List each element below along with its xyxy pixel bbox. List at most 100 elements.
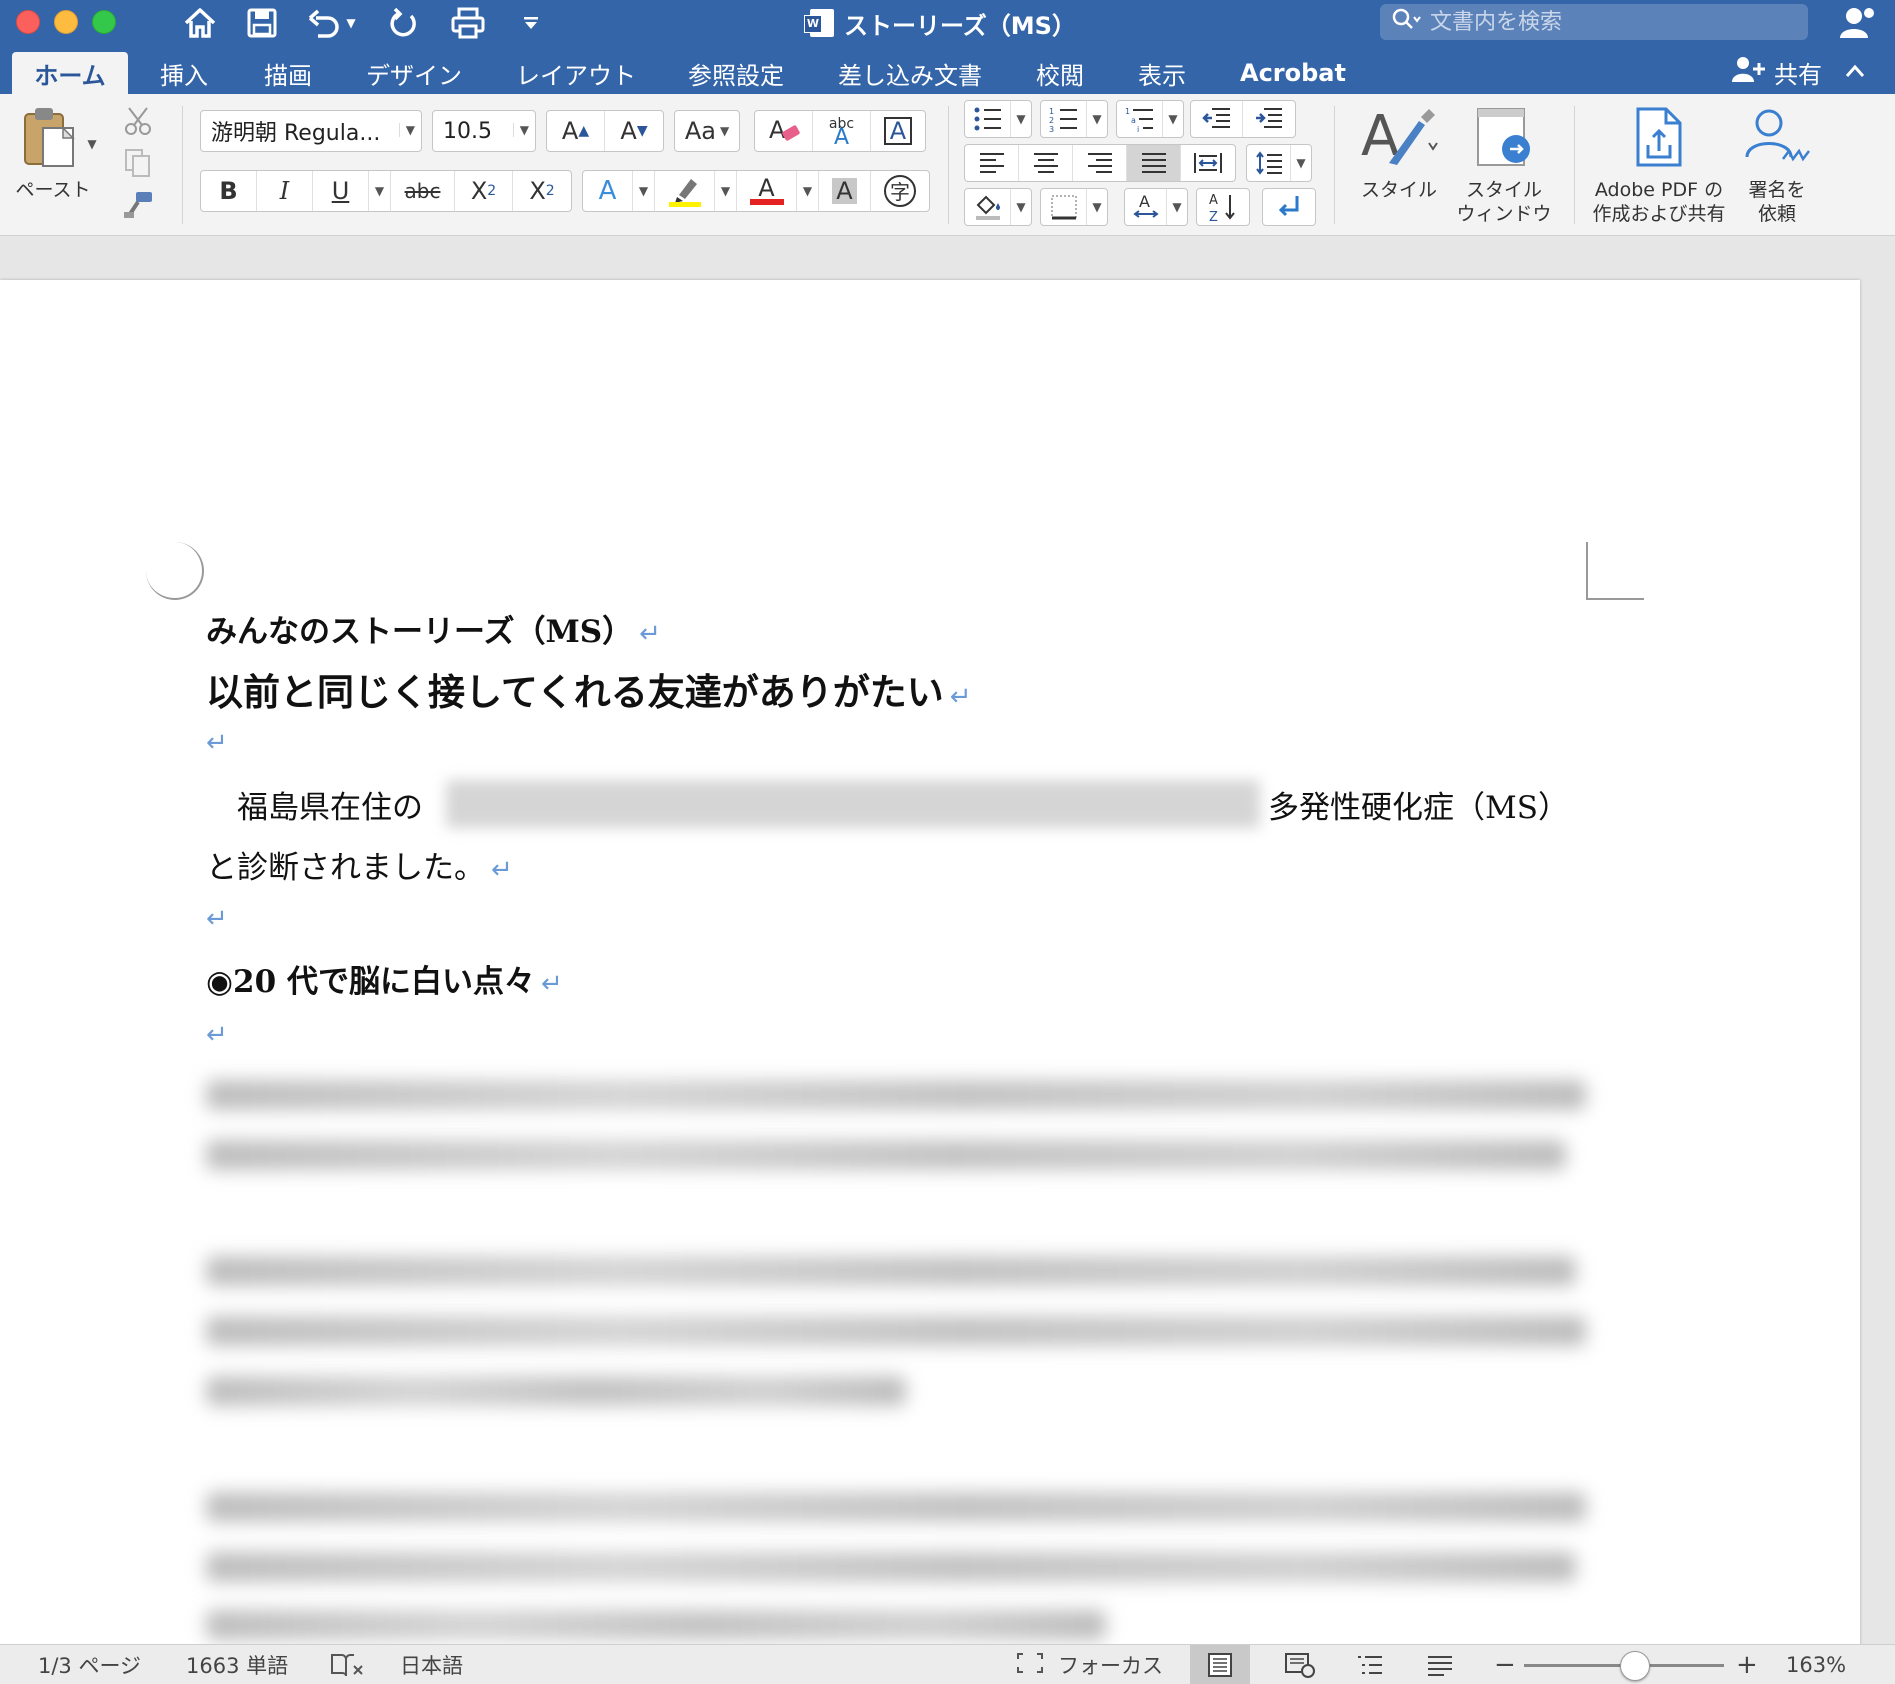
font-color-icon[interactable]: A xyxy=(737,171,797,211)
subscript-button[interactable]: X2 xyxy=(455,171,513,211)
underline-button[interactable]: U xyxy=(313,171,369,211)
tab-mailings[interactable]: 差し込み文書 xyxy=(824,52,996,94)
bullets-button[interactable]: ▼ xyxy=(964,100,1032,138)
undo-icon[interactable]: ▼ xyxy=(302,4,362,42)
styles-pane-button[interactable] xyxy=(1472,106,1536,174)
tab-insert[interactable]: 挿入 xyxy=(146,52,222,94)
enclose-character-icon[interactable]: 字 xyxy=(871,171,929,211)
zoom-slider-thumb[interactable] xyxy=(1620,1651,1650,1681)
font-color-dropdown[interactable]: ▼ xyxy=(797,171,819,211)
close-window-button[interactable] xyxy=(16,10,40,34)
print-icon[interactable] xyxy=(446,4,490,42)
zoom-in-button[interactable]: + xyxy=(1736,1645,1758,1684)
svg-text:2: 2 xyxy=(1049,116,1054,125)
tab-acrobat[interactable]: Acrobat xyxy=(1226,52,1360,94)
justify-icon[interactable] xyxy=(1127,145,1181,181)
document-canvas[interactable]: みんなのストーリーズ（MS） ↵ 以前と同じく接してくれる友達がありがたい ↵ ↵ … xyxy=(0,236,1895,1644)
paragraph-1-line-2[interactable]: と診断されました。 ↵ xyxy=(206,842,513,887)
show-formatting-button[interactable] xyxy=(1262,188,1316,226)
home-icon[interactable] xyxy=(178,4,222,42)
numbering-button[interactable]: 123 ▼ xyxy=(1040,100,1108,138)
multilevel-list-button[interactable]: 1ai ▼ xyxy=(1116,100,1184,138)
minimize-window-button[interactable] xyxy=(54,10,78,34)
underline-options-dropdown[interactable]: ▼ xyxy=(369,171,391,211)
highlight-icon[interactable] xyxy=(655,171,715,211)
italic-button[interactable]: I xyxy=(257,171,313,211)
font-size-select[interactable]: 10.5 ▼ xyxy=(432,110,536,152)
zoom-out-button[interactable]: − xyxy=(1494,1645,1516,1684)
styles-gallery-button[interactable]: A xyxy=(1356,104,1442,178)
tab-references[interactable]: 参照設定 xyxy=(674,52,798,94)
styles-label: スタイル xyxy=(1360,179,1437,201)
section-heading[interactable]: ◉20 代で脳に白い点々 ↵ xyxy=(206,956,563,1001)
clear-formatting-icon[interactable]: A xyxy=(755,111,813,151)
paste-options-dropdown[interactable]: ▼ xyxy=(84,134,100,154)
distributed-icon[interactable] xyxy=(1181,145,1235,181)
paste-button[interactable] xyxy=(14,106,84,176)
format-painter-icon[interactable] xyxy=(120,188,156,222)
zoom-level[interactable]: 163% xyxy=(1786,1645,1846,1684)
bold-button[interactable]: B xyxy=(201,171,257,211)
sort-button[interactable]: AZ xyxy=(1196,188,1250,226)
line-spacing-button[interactable]: ▼ xyxy=(1246,144,1312,182)
customize-toolbar-icon[interactable] xyxy=(516,4,546,42)
shrink-font-button[interactable]: A ▼ xyxy=(605,111,663,151)
empty-paragraph[interactable]: ↵ xyxy=(206,1020,228,1050)
focus-mode-button[interactable]: フォーカス xyxy=(1016,1645,1163,1684)
redo-icon[interactable] xyxy=(382,4,426,42)
shading-button[interactable]: ▼ xyxy=(964,188,1032,226)
tab-design[interactable]: デザイン xyxy=(352,52,476,94)
share-button[interactable]: 共有 xyxy=(1730,52,1822,92)
align-right-icon[interactable] xyxy=(1073,145,1127,181)
superscript-button[interactable]: X2 xyxy=(513,171,571,211)
decrease-indent-icon[interactable] xyxy=(1191,101,1243,137)
search-box[interactable] xyxy=(1380,4,1808,40)
borders-button[interactable]: ▼ xyxy=(1040,188,1108,226)
search-input[interactable] xyxy=(1430,9,1790,35)
tab-review[interactable]: 校閲 xyxy=(1022,52,1098,94)
empty-paragraph[interactable]: ↵ xyxy=(206,904,228,934)
print-layout-view-icon[interactable] xyxy=(1190,1645,1250,1684)
collapse-ribbon-button[interactable] xyxy=(1840,56,1870,86)
text-effects-dropdown[interactable]: ▼ xyxy=(633,171,655,211)
phonetic-guide-icon[interactable]: abc A xyxy=(813,111,871,151)
web-layout-view-icon[interactable] xyxy=(1270,1645,1330,1684)
save-icon[interactable] xyxy=(240,4,284,42)
word-count[interactable]: 1663 単語 xyxy=(186,1645,288,1684)
zoom-window-button[interactable] xyxy=(92,10,116,34)
request-signature-button[interactable] xyxy=(1742,106,1812,174)
align-center-icon[interactable] xyxy=(1019,145,1073,181)
tab-layout[interactable]: レイアウト xyxy=(502,52,650,94)
draft-view-icon[interactable] xyxy=(1410,1645,1470,1684)
change-case-button[interactable]: Aa ▼ xyxy=(674,110,740,152)
character-border-icon[interactable]: A xyxy=(871,111,925,151)
empty-paragraph[interactable]: ↵ xyxy=(206,728,228,758)
highlight-dropdown[interactable]: ▼ xyxy=(715,171,737,211)
signature-icon xyxy=(1743,107,1811,173)
copy-icon[interactable] xyxy=(120,146,156,180)
paragraph-1-line-1-end[interactable]: 多発性硬化症（MS） xyxy=(1268,782,1569,827)
align-left-icon[interactable] xyxy=(965,145,1019,181)
page-count[interactable]: 1/3 ページ xyxy=(38,1645,141,1684)
outline-view-icon[interactable] xyxy=(1340,1645,1400,1684)
font-name-select[interactable]: 游明朝 Regula... ▼ xyxy=(200,110,422,152)
create-share-pdf-button[interactable] xyxy=(1628,106,1692,174)
increase-indent-icon[interactable] xyxy=(1243,101,1295,137)
tab-draw[interactable]: 描画 xyxy=(250,52,326,94)
text-effects-button[interactable]: A xyxy=(583,171,633,211)
margin-corner-mark xyxy=(1586,542,1644,600)
document-heading-2[interactable]: 以前と同じく接してくれる友達がありがたい ↵ xyxy=(206,662,972,716)
paragraph-1-line-1[interactable]: 福島県在住の xyxy=(206,782,423,827)
language-indicator[interactable]: 日本語 xyxy=(400,1645,463,1684)
cut-icon[interactable] xyxy=(120,104,156,138)
document-heading-1[interactable]: みんなのストーリーズ（MS） ↵ xyxy=(206,606,661,651)
tab-home[interactable]: ホーム xyxy=(12,52,128,94)
text-direction-button[interactable]: A ▼ xyxy=(1124,188,1188,226)
character-shading-icon[interactable]: A xyxy=(819,171,871,211)
document-page[interactable]: みんなのストーリーズ（MS） ↵ 以前と同じく接してくれる友達がありがたい ↵ ↵ … xyxy=(0,280,1860,1644)
grow-font-button[interactable]: A ▲ xyxy=(547,111,605,151)
account-icon[interactable] xyxy=(1838,6,1876,40)
tab-view[interactable]: 表示 xyxy=(1124,52,1200,94)
proofing-icon[interactable] xyxy=(330,1645,364,1684)
strikethrough-button[interactable]: abc xyxy=(391,171,455,211)
